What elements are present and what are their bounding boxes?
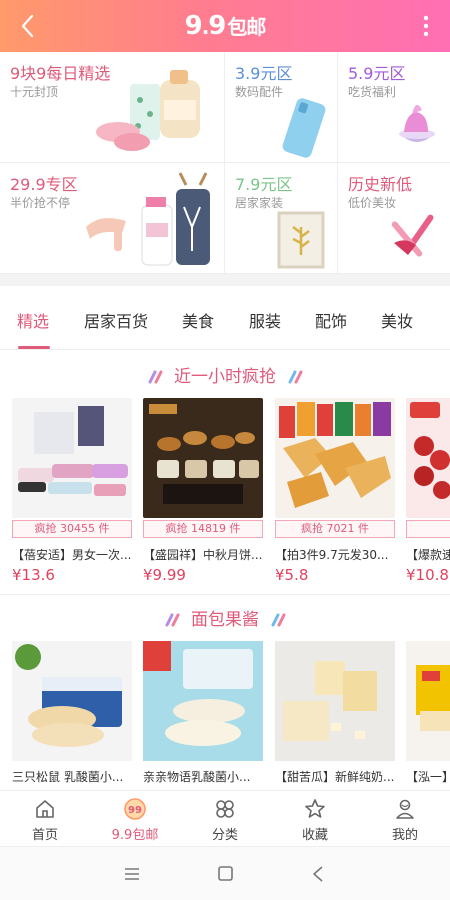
left-deco-icon xyxy=(148,370,163,384)
product-name: 【泓一】 xyxy=(406,770,450,784)
category-icon xyxy=(216,800,234,818)
product-price: ¥9.99 xyxy=(143,566,186,584)
category-title: 29.9专区 xyxy=(10,175,78,194)
product-image xyxy=(143,641,263,761)
right-deco-icon xyxy=(271,613,286,627)
product-card[interactable]: 疯 【爆款速 ¥10.8 xyxy=(406,398,450,588)
app-logo: 9.9 包邮 xyxy=(184,11,267,41)
product-card[interactable]: 【泓一】 xyxy=(406,641,450,791)
section-title-bread-jam: 面包果酱 xyxy=(0,605,450,633)
category-tile-daily-picks[interactable]: 9块9每日精选 十元封顶 xyxy=(0,52,224,162)
nav-nine-nine[interactable]: 99 9.9包邮 xyxy=(100,797,170,843)
sold-count-badge: 疯抢 14819 件 xyxy=(143,520,263,538)
nav-label: 收藏 xyxy=(301,828,328,843)
bottom-navigation: 首页 99 9.9包邮 分类 收藏 我的 xyxy=(0,790,450,846)
category-subtitle: 数码配件 xyxy=(235,85,284,99)
app-header: 9.9 包邮 xyxy=(0,0,450,52)
triangle-back-icon xyxy=(313,866,323,882)
nine-nine-icon: 99 xyxy=(124,798,146,820)
ice-cream-image xyxy=(399,104,435,142)
product-image xyxy=(143,398,263,518)
category-grid: 9块9每日精选 十元封顶 3.9元区 数码配件 5.9元区 吃货福利 29.9专… xyxy=(0,52,450,280)
category-title: 5.9元区 xyxy=(348,64,406,83)
more-vertical-icon xyxy=(423,15,429,37)
product-image xyxy=(12,641,132,761)
product-name: 【拍3件9.7元发30... xyxy=(275,548,389,562)
nav-home[interactable]: 首页 xyxy=(10,797,80,843)
category-title: 7.9元区 xyxy=(235,175,293,194)
menu-lines-icon xyxy=(125,868,139,880)
profile-icon xyxy=(396,799,414,819)
tab-featured[interactable]: 精选 xyxy=(17,308,49,332)
product-image xyxy=(86,172,210,266)
svg-text:99: 99 xyxy=(128,805,142,816)
section-divider xyxy=(0,594,450,595)
product-price: ¥13.6 xyxy=(12,566,55,584)
product-image xyxy=(406,641,450,761)
section-title-hot: 近一小时疯抢 xyxy=(0,362,450,390)
star-icon xyxy=(305,799,325,818)
section-separator xyxy=(0,274,450,286)
product-image xyxy=(96,70,200,151)
category-tile-history-low[interactable]: 历史新低 低价美妆 xyxy=(338,163,450,273)
product-name: 【盛园祥】中秋月饼... xyxy=(143,548,263,562)
left-deco-icon xyxy=(165,613,180,627)
product-image xyxy=(12,398,132,518)
product-name: 三只松鼠 乳酸菌小... xyxy=(12,770,124,784)
product-name: 【甜苦瓜】新鲜纯奶... xyxy=(275,770,395,784)
nav-label: 9.9包邮 xyxy=(111,828,159,843)
photo-frame-image xyxy=(277,211,325,269)
tab-food[interactable]: 美食 xyxy=(182,308,214,332)
category-subtitle: 十元封顶 xyxy=(10,85,59,99)
product-name: 亲亲物语乳酸菌小... xyxy=(143,770,251,784)
category-tile-3-9[interactable]: 3.9元区 数码配件 xyxy=(225,52,337,162)
home-icon xyxy=(36,800,54,818)
product-image xyxy=(406,398,450,518)
category-tabs: 精选 居家百货 美食 服装 配饰 美妆 xyxy=(0,286,450,350)
product-image xyxy=(275,398,395,518)
product-price: ¥5.8 xyxy=(275,566,309,584)
nav-profile[interactable]: 我的 xyxy=(370,797,440,843)
sold-count-badge: 疯 xyxy=(406,520,450,538)
category-tile-5-9[interactable]: 5.9元区 吃货福利 xyxy=(338,52,450,162)
category-title: 3.9元区 xyxy=(235,64,293,83)
nav-label: 分类 xyxy=(211,828,238,843)
nav-label: 我的 xyxy=(391,828,418,843)
active-tab-indicator xyxy=(18,346,50,349)
system-navigation-bar xyxy=(0,846,450,900)
home-system-button[interactable] xyxy=(213,863,237,885)
lipstick-image xyxy=(391,214,434,257)
category-tile-7-9[interactable]: 7.9元区 居家家装 xyxy=(225,163,337,273)
nav-label: 首页 xyxy=(31,828,58,843)
tab-beauty[interactable]: 美妆 xyxy=(381,308,413,332)
phone-case-image xyxy=(282,98,326,158)
square-icon xyxy=(218,866,233,881)
tab-home-goods[interactable]: 居家百货 xyxy=(84,308,148,332)
tab-clothing[interactable]: 服装 xyxy=(249,308,281,332)
sold-count-badge: 疯抢 30455 件 xyxy=(12,520,132,538)
back-system-button[interactable] xyxy=(306,863,330,885)
chevron-left-icon xyxy=(21,14,34,38)
tab-accessories[interactable]: 配饰 xyxy=(315,308,347,332)
back-button[interactable] xyxy=(12,10,42,42)
recent-apps-button[interactable] xyxy=(120,863,144,885)
more-menu-button[interactable] xyxy=(416,10,436,42)
category-title: 历史新低 xyxy=(348,175,413,194)
product-name: 【爆款速 xyxy=(406,548,450,562)
sold-count-badge: 疯抢 7021 件 xyxy=(275,520,395,538)
product-name: 【蓓安适】男女一次... xyxy=(12,548,132,562)
nav-favorites[interactable]: 收藏 xyxy=(280,797,350,843)
product-price: ¥10.8 xyxy=(406,566,449,584)
nav-category[interactable]: 分类 xyxy=(190,797,260,843)
right-deco-icon xyxy=(288,370,303,384)
category-tile-29-9[interactable]: 29.9专区 半价抢不停 xyxy=(0,163,224,273)
category-subtitle: 半价抢不停 xyxy=(10,196,71,210)
product-image xyxy=(275,641,395,761)
